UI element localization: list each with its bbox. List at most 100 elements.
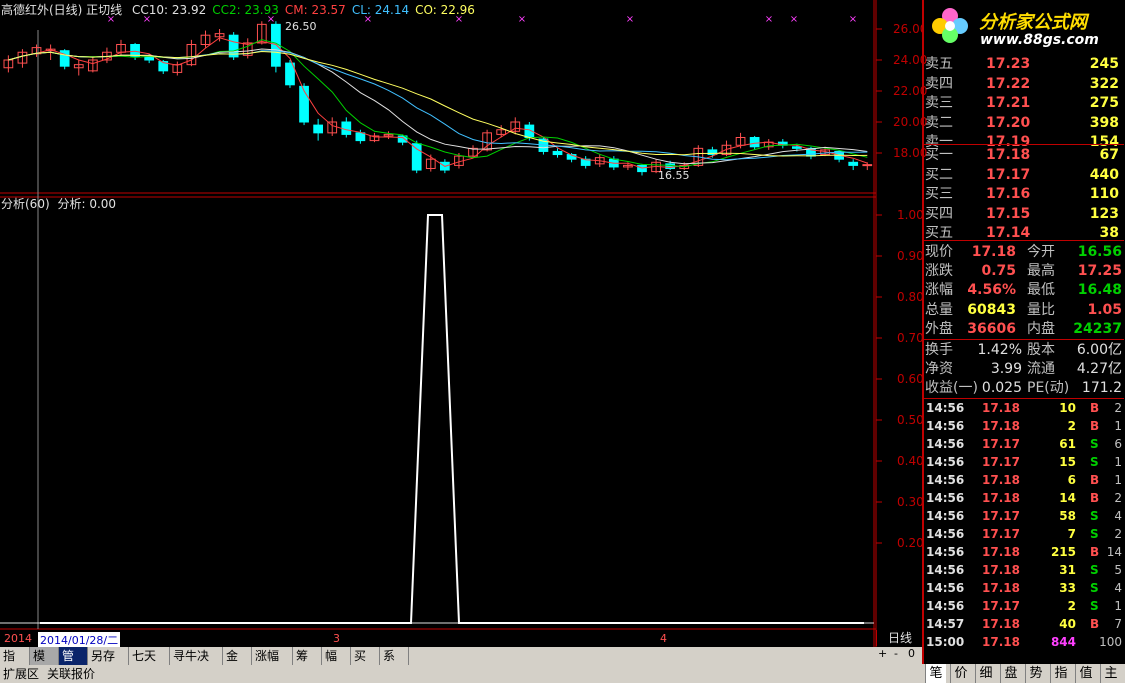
panel-tab-4[interactable]: 势 — [1025, 664, 1046, 683]
fundamentals-label: PE(动) — [1027, 380, 1070, 396]
ask-price: 17.20 — [986, 114, 1031, 131]
tick-n: 6 — [1114, 437, 1122, 451]
toolbar-tab-4[interactable]: 七天线 — [129, 647, 170, 681]
panel-tab-7[interactable]: 主 — [1100, 664, 1121, 683]
bid-row[interactable]: 买一 17.18 67 — [924, 146, 1124, 165]
date-axis-year: 2014 — [4, 632, 32, 645]
ask-volume: 322 — [1089, 75, 1119, 92]
tick-row: 14:56 17.17 61 S 6 — [924, 435, 1124, 453]
tick-n: 1 — [1114, 599, 1122, 613]
tick-side: B — [1090, 419, 1100, 433]
toolbar-tab-1[interactable]: 模板 — [30, 647, 59, 681]
analysis-indicator-line — [40, 214, 864, 624]
status-bar — [0, 665, 924, 683]
ask-row[interactable]: 卖四 17.22 322 — [924, 75, 1124, 94]
zoom-in-button[interactable]: + — [878, 647, 887, 660]
quote-label: 总量 — [925, 301, 953, 318]
analysis-line — [40, 214, 864, 624]
tick-price: 17.17 — [982, 599, 1020, 613]
ask-label: 卖三 — [925, 95, 953, 111]
sub-axis-label: 0.60 — [897, 372, 924, 386]
toolbar-tab-6[interactable]: 金库 — [223, 647, 252, 681]
flower-logo-icon — [928, 4, 972, 44]
candle — [17, 49, 28, 68]
sub-axis-label: 0.90 — [897, 249, 924, 263]
quote-value: 17.25 — [1077, 263, 1122, 280]
toolbar-tab-3[interactable]: 另存为 — [88, 647, 129, 681]
related-quotes-tab[interactable]: 关联报价 — [47, 665, 95, 683]
tick-row: 14:56 17.17 58 S 4 — [924, 507, 1124, 525]
toolbar-tab-9[interactable]: 幅度 — [322, 647, 351, 681]
bid-label: 买一 — [925, 147, 953, 163]
tick-time: 15:00 — [926, 635, 965, 649]
ask-row[interactable]: 卖二 17.20 398 — [924, 114, 1124, 133]
toolbar-tab-2[interactable]: 管理 — [59, 647, 88, 681]
candle — [102, 47, 112, 64]
chart-area[interactable]: × × × × × × × × × × — [0, 0, 924, 647]
date-axis-month-3: 3 — [333, 632, 340, 645]
toolbar-tab-10[interactable]: 买点 — [351, 647, 380, 681]
tick-price: 17.18 — [982, 581, 1020, 595]
tick-time: 14:56 — [926, 545, 965, 559]
quote-label: 最低 — [1027, 282, 1055, 299]
ask-row[interactable]: 卖三 17.21 275 — [924, 94, 1124, 113]
toolbar-tab-5[interactable]: 寻牛决策 — [170, 647, 223, 681]
bid-price: 17.17 — [986, 166, 1031, 183]
candle — [580, 156, 591, 169]
bid-row[interactable]: 买四 17.15 123 — [924, 205, 1124, 224]
tick-time: 14:56 — [926, 581, 965, 595]
bid-price: 17.18 — [986, 147, 1031, 163]
tick-side: B — [1090, 401, 1100, 415]
quote-label: 涨跌 — [925, 263, 953, 280]
order-book-divider — [924, 144, 1124, 145]
tick-side: S — [1090, 599, 1099, 613]
fundamentals-row: 收益(一) 0.025 PE(动) 171.2 — [924, 379, 1124, 398]
panel-tab-6[interactable]: 值 — [1075, 664, 1096, 683]
tick-time: 14:56 — [926, 491, 965, 505]
toolbar-tab-8[interactable]: 筹码 — [293, 647, 322, 681]
toolbar-tab-11[interactable]: 系统 — [380, 647, 409, 681]
tick-n: 2 — [1114, 491, 1122, 505]
bid-label: 买二 — [925, 166, 953, 183]
sub-axis-label: 0.50 — [897, 413, 924, 427]
low-price-annotation: 16.55 — [658, 169, 690, 182]
panel-tab-3[interactable]: 盘 — [1000, 664, 1021, 683]
ask-row[interactable]: 卖五 17.23 245 — [924, 55, 1124, 74]
tick-price: 17.18 — [982, 419, 1020, 433]
tick-side: S — [1090, 437, 1099, 451]
candle — [59, 49, 70, 70]
tick-n: 14 — [1106, 545, 1122, 559]
period-label[interactable]: 日线 — [876, 630, 923, 646]
tick-side: B — [1090, 545, 1100, 559]
tick-n: 7 — [1114, 617, 1122, 631]
zoom-reset-button[interactable]: 0 — [908, 647, 915, 660]
bid-row[interactable]: 买二 17.17 440 — [924, 166, 1124, 185]
panel-tab-1[interactable]: 价 — [950, 664, 971, 683]
quote-value: 60843 — [967, 301, 1016, 318]
ask-price: 17.21 — [986, 95, 1031, 111]
tick-vol: 40 — [1059, 617, 1076, 631]
panel-tab-0[interactable]: 笔 — [925, 664, 946, 683]
tick-side: B — [1090, 617, 1100, 631]
bid-label: 买四 — [925, 205, 953, 222]
expand-area-tab[interactable]: 扩展区 — [3, 665, 39, 683]
tick-side: B — [1090, 473, 1100, 487]
candle — [637, 163, 647, 176]
toolbar-tab-0[interactable]: 指标 — [0, 647, 30, 681]
quote-row: 外盘 36606 内盘 24237 — [924, 320, 1124, 339]
toolbar-tab-7[interactable]: 涨幅量 — [252, 647, 293, 681]
panel-tab-5[interactable]: 指 — [1050, 664, 1071, 683]
fundamentals-value: 3.99 — [990, 361, 1022, 377]
tick-time: 14:56 — [926, 527, 965, 541]
tick-side: S — [1090, 563, 1099, 577]
tick-side: S — [1090, 527, 1099, 541]
candle — [228, 32, 239, 60]
panel-tab-2[interactable]: 细 — [975, 664, 996, 683]
tick-side: S — [1090, 581, 1099, 595]
zoom-out-button[interactable]: - — [894, 647, 898, 660]
tick-vol: 2 — [1067, 419, 1076, 433]
tick-price: 17.17 — [982, 527, 1020, 541]
bid-row[interactable]: 买三 17.16 110 — [924, 185, 1124, 204]
tick-row: 14:56 17.18 31 S 5 — [924, 561, 1124, 579]
signal-marker: × — [790, 14, 798, 25]
